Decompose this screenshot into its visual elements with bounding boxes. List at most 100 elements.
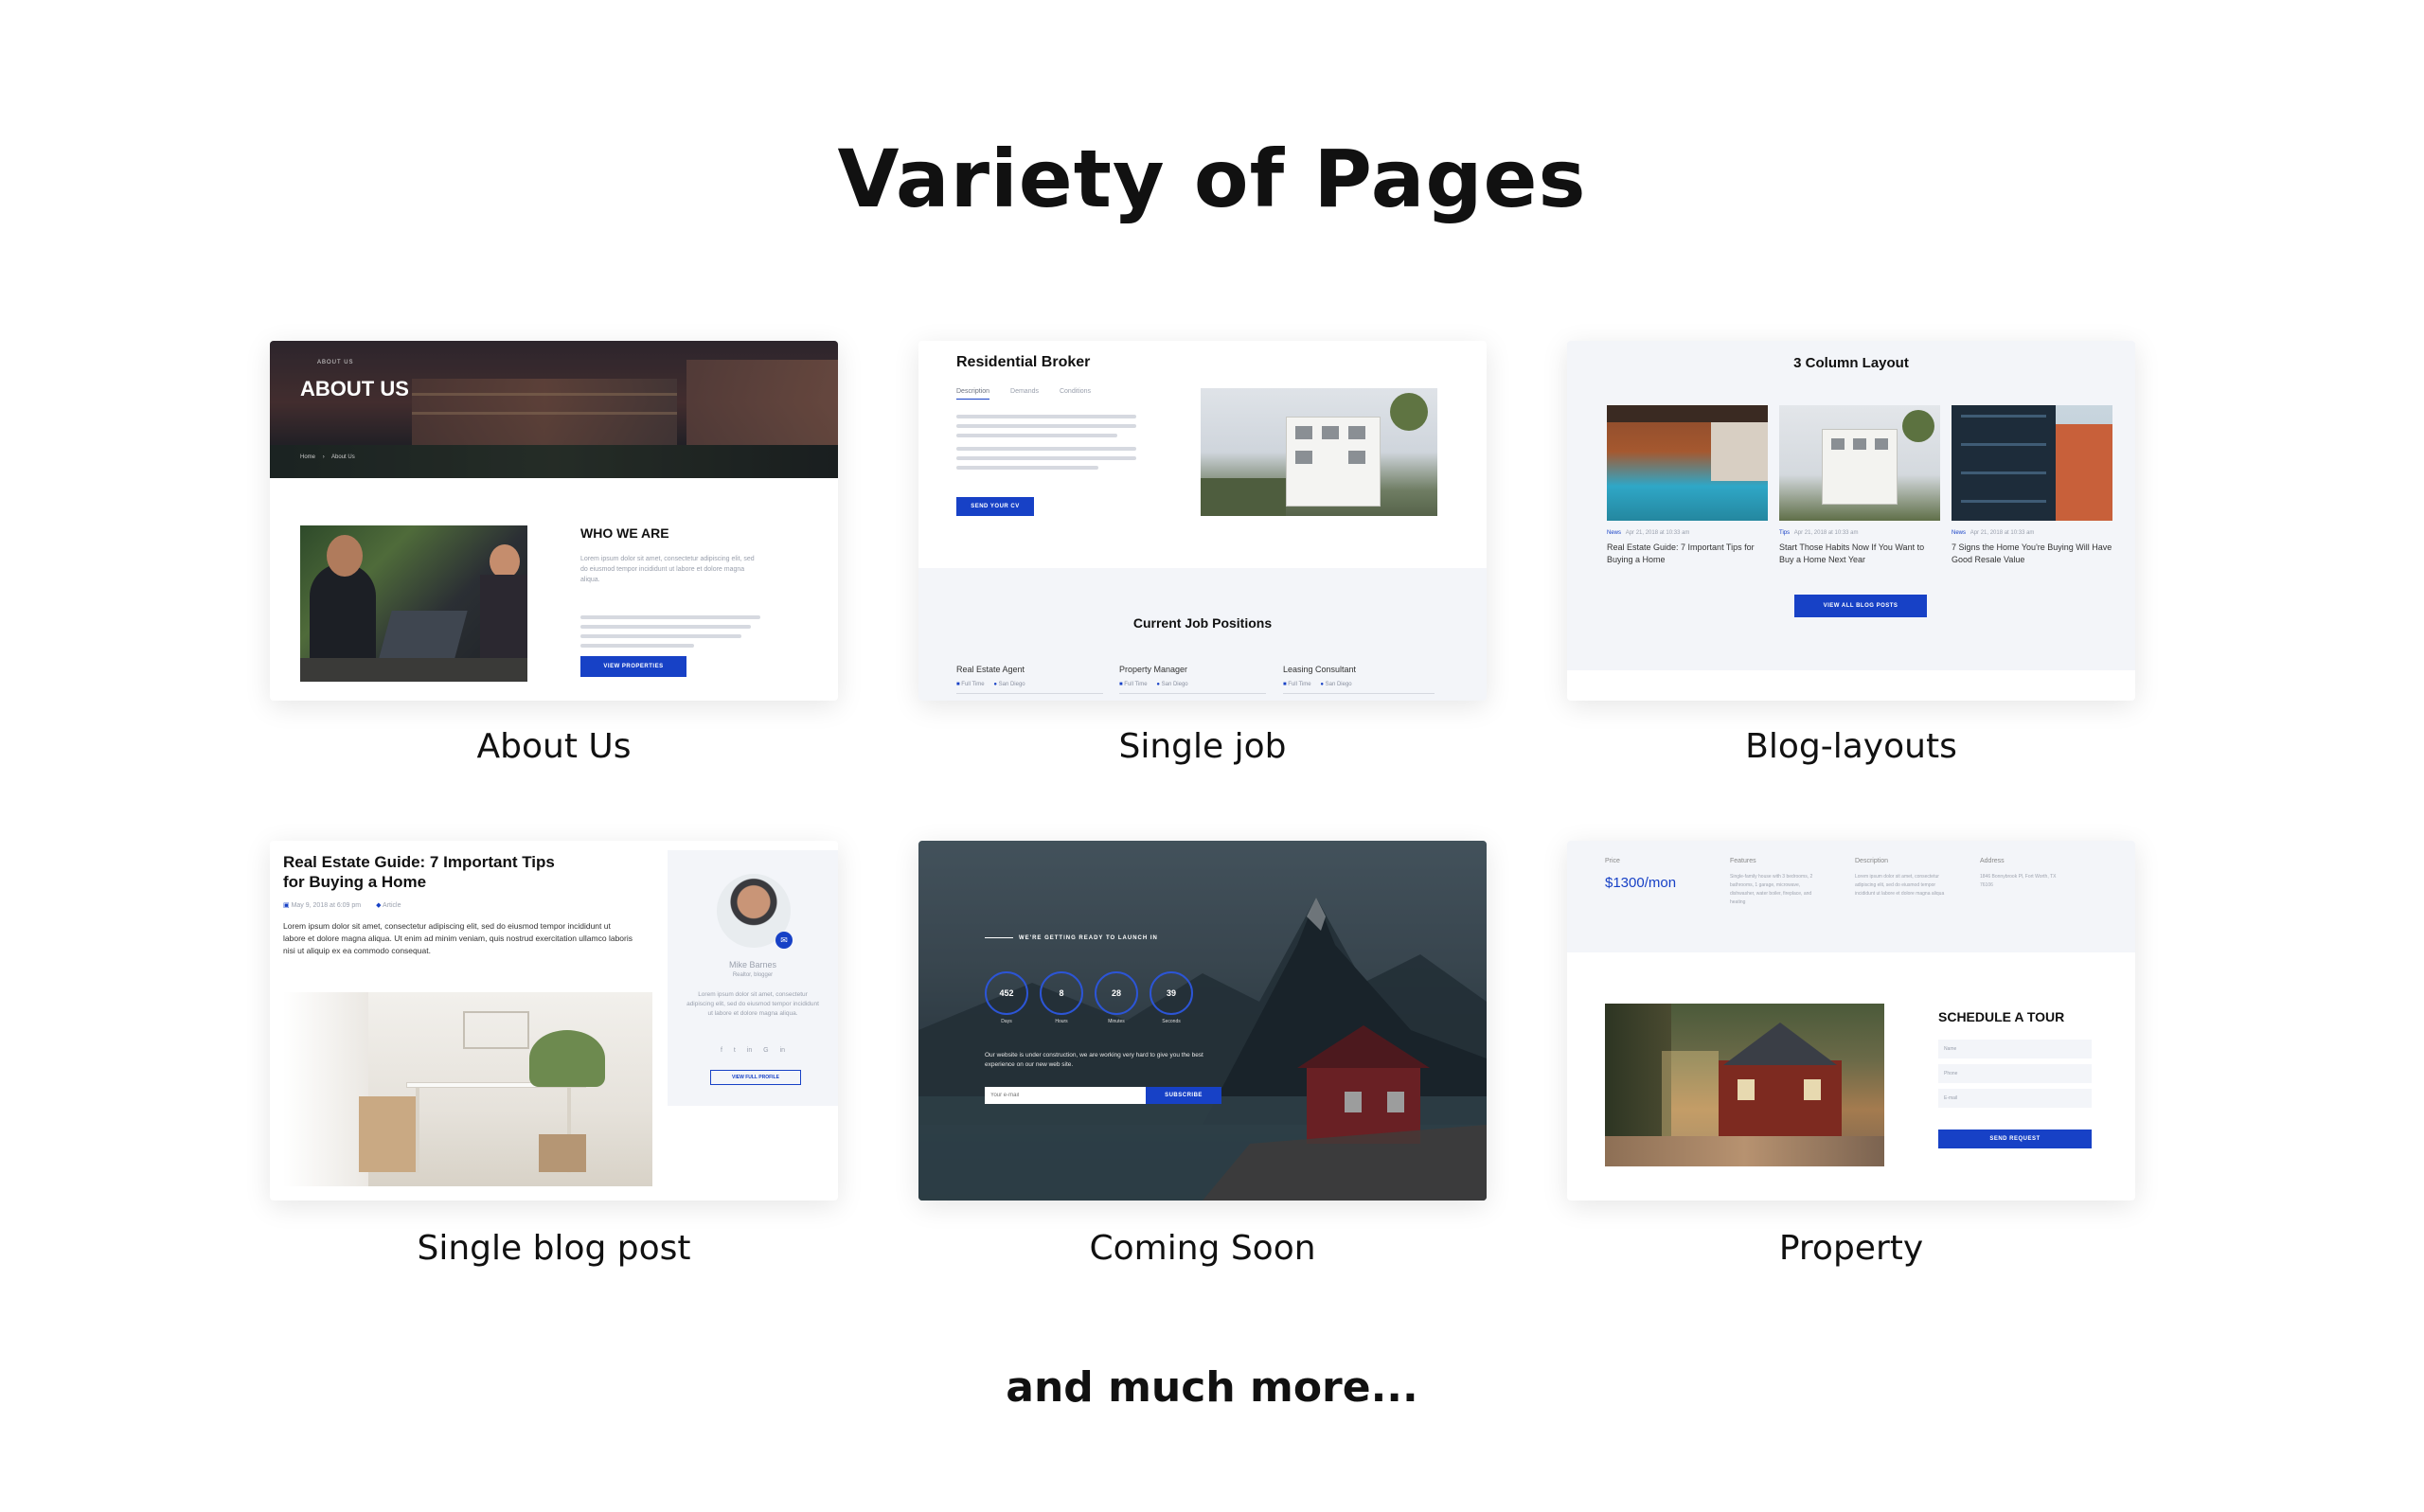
- countdown-days: 452 Days: [985, 971, 1028, 1024]
- countdown-value: 8: [1040, 971, 1083, 1015]
- post-meta: ▣ May 9, 2018 at 6:09 pm ◆ Article: [283, 901, 401, 909]
- footer-tagline: and much more...: [1006, 1363, 1418, 1412]
- verified-icon: ✉: [775, 932, 793, 949]
- position-title: Leasing Consultant: [1283, 665, 1357, 674]
- caption-single-job: Single job: [1118, 727, 1287, 766]
- blog-card[interactable]: Tips Apr 21, 2018 at 10:33 am Start Thos…: [1779, 530, 1940, 566]
- countdown-hours: 8 Hours: [1040, 971, 1083, 1024]
- google-icon[interactable]: G: [763, 1047, 768, 1054]
- countdown-value: 39: [1150, 971, 1193, 1015]
- tag-icon: ◆: [376, 902, 382, 909]
- property-details-bar: Price $1300/mon Features Single-family h…: [1567, 841, 2135, 952]
- breadcrumb-current: About Us: [331, 454, 355, 460]
- view-all-posts-button[interactable]: VIEW ALL BLOG POSTS: [1794, 595, 1927, 617]
- page-title: Variety of Pages: [837, 133, 1587, 225]
- tab-conditions[interactable]: Conditions: [1060, 388, 1091, 400]
- subscribe-button[interactable]: SUBSCRIBE: [1146, 1087, 1221, 1104]
- post-tag[interactable]: Tips: [1779, 530, 1790, 536]
- single-blog-post-preview[interactable]: Real Estate Guide: 7 Important Tips for …: [270, 841, 838, 1201]
- about-hero-image: [270, 341, 838, 478]
- position-type: Full Time: [1288, 682, 1311, 687]
- linkedin-icon[interactable]: in: [780, 1047, 785, 1054]
- post-tag[interactable]: News: [1952, 530, 1966, 536]
- position-location: San Diego: [1325, 682, 1352, 687]
- email-field[interactable]: E-mail: [1938, 1089, 2092, 1108]
- caption-single-blog-post: Single blog post: [417, 1229, 691, 1268]
- facebook-icon[interactable]: f: [721, 1047, 722, 1054]
- position-type: Full Time: [1124, 682, 1148, 687]
- position-item[interactable]: Leasing Consultant ■ Full Time ● San Die…: [1283, 665, 1435, 694]
- twitter-icon[interactable]: t: [734, 1047, 736, 1054]
- countdown: 452 Days 8 Hours 28 Minutes 39 Seconds: [985, 971, 1193, 1024]
- about-section-title: WHO WE ARE: [580, 525, 669, 541]
- post-date: Apr 21, 2018 at 10:33 am: [1970, 530, 2035, 536]
- email-field-placeholder: E-mail: [1944, 1095, 1958, 1101]
- caption-coming-soon: Coming Soon: [1089, 1229, 1316, 1268]
- author-name: Mike Barnes: [728, 960, 777, 969]
- features-text: Single-family house with 3 bedrooms, 2 b…: [1730, 874, 1813, 905]
- blog-layout-title: 3 Column Layout: [1793, 355, 1909, 371]
- post-category[interactable]: Article: [383, 902, 401, 909]
- blog-card[interactable]: News Apr 21, 2018 at 10:33 am 7 Signs th…: [1952, 530, 2112, 566]
- view-full-profile-button[interactable]: VIEW FULL PROFILE: [710, 1070, 801, 1085]
- features-label: Features: [1730, 858, 1756, 864]
- blog-post-image-house: [1779, 405, 1940, 521]
- position-title: Property Manager: [1119, 665, 1188, 674]
- description-label: Description: [1855, 858, 1889, 864]
- blog-layouts-preview[interactable]: 3 Column Layout News Apr 21, 2018 at 10:…: [1567, 341, 2135, 701]
- caption-about-us: About Us: [476, 727, 632, 766]
- post-tag[interactable]: News: [1607, 530, 1621, 536]
- instagram-icon[interactable]: in: [747, 1047, 752, 1054]
- blog-post-image-pool: [1607, 405, 1768, 521]
- name-field-placeholder: Name: [1944, 1046, 1957, 1052]
- position-type: Full Time: [961, 682, 985, 687]
- job-building-image: [1201, 388, 1437, 516]
- post-date: Apr 21, 2018 at 10:33 am: [1793, 530, 1859, 536]
- countdown-label: Minutes: [1108, 1019, 1125, 1024]
- address-text: 1846 Bonnybrook Pl, Fort Worth, TX 76106: [1980, 874, 2057, 888]
- caption-blog-layouts: Blog-layouts: [1745, 727, 1957, 766]
- post-title[interactable]: 7 Signs the Home You're Buying Will Have…: [1952, 542, 2112, 566]
- countdown-label: Days: [1001, 1019, 1012, 1024]
- countdown-seconds: 39 Seconds: [1150, 971, 1193, 1024]
- name-field[interactable]: Name: [1938, 1040, 2092, 1058]
- calendar-icon: ▣: [283, 902, 290, 909]
- post-title[interactable]: Real Estate Guide: 7 Important Tips for …: [1607, 542, 1768, 566]
- send-cv-button[interactable]: SEND YOUR CV: [956, 497, 1034, 516]
- single-job-preview[interactable]: Residential Broker Description Demands C…: [918, 341, 1487, 701]
- position-title: Real Estate Agent: [956, 665, 1025, 674]
- blog-card[interactable]: News Apr 21, 2018 at 10:33 am Real Estat…: [1607, 530, 1768, 566]
- tab-description[interactable]: Description: [956, 388, 990, 400]
- countdown-value: 452: [985, 971, 1028, 1015]
- author-role: Realtor, blogger: [732, 972, 774, 978]
- coming-soon-preview[interactable]: WE'RE GETTING READY TO LAUNCH IN 452 Day…: [918, 841, 1487, 1201]
- caption-property: Property: [1778, 1229, 1924, 1268]
- countdown-minutes: 28 Minutes: [1095, 971, 1138, 1024]
- send-request-button[interactable]: SEND REQUEST: [1938, 1130, 2092, 1148]
- countdown-value: 28: [1095, 971, 1138, 1015]
- post-date: Apr 21, 2018 at 10:33 am: [1625, 530, 1690, 536]
- about-us-preview[interactable]: ABOUT US ABOUT US Home › About Us WHO WE…: [270, 341, 838, 701]
- post-body: Lorem ipsum dolor sit amet, consectetur …: [283, 921, 633, 955]
- author-social: f t in G in: [668, 1047, 838, 1054]
- positions-title: Current Job Positions: [1132, 615, 1273, 631]
- countdown-label: Hours: [1055, 1019, 1068, 1024]
- breadcrumb-home[interactable]: Home: [300, 454, 315, 460]
- post-heading: Real Estate Guide: 7 Important Tips for …: [283, 853, 555, 891]
- about-body: Lorem ipsum dolor sit amet, consectetur …: [580, 556, 755, 583]
- tab-demands[interactable]: Demands: [1010, 388, 1039, 400]
- phone-field[interactable]: Phone: [1938, 1064, 2092, 1083]
- phone-field-placeholder: Phone: [1944, 1071, 1958, 1076]
- coming-soon-message: Our website is under construction, we ar…: [985, 1052, 1203, 1068]
- post-title[interactable]: Start Those Habits Now If You Want to Bu…: [1779, 542, 1940, 566]
- position-item[interactable]: Property Manager ■ Full Time ● San Diego: [1119, 665, 1266, 694]
- job-tabs: Description Demands Conditions: [956, 388, 1091, 400]
- property-price: $1300/mon: [1605, 875, 1677, 891]
- view-properties-button[interactable]: VIEW PROPERTIES: [580, 656, 686, 677]
- property-house-image: [1605, 1004, 1884, 1166]
- position-item[interactable]: Real Estate Agent ■ Full Time ● San Dieg…: [956, 665, 1103, 694]
- email-input[interactable]: [985, 1087, 1146, 1104]
- description-text: Lorem ipsum dolor sit amet, consectetur …: [1855, 874, 1945, 897]
- property-preview[interactable]: Price $1300/mon Features Single-family h…: [1567, 841, 2135, 1201]
- about-breadcrumb: Home › About Us: [300, 454, 355, 460]
